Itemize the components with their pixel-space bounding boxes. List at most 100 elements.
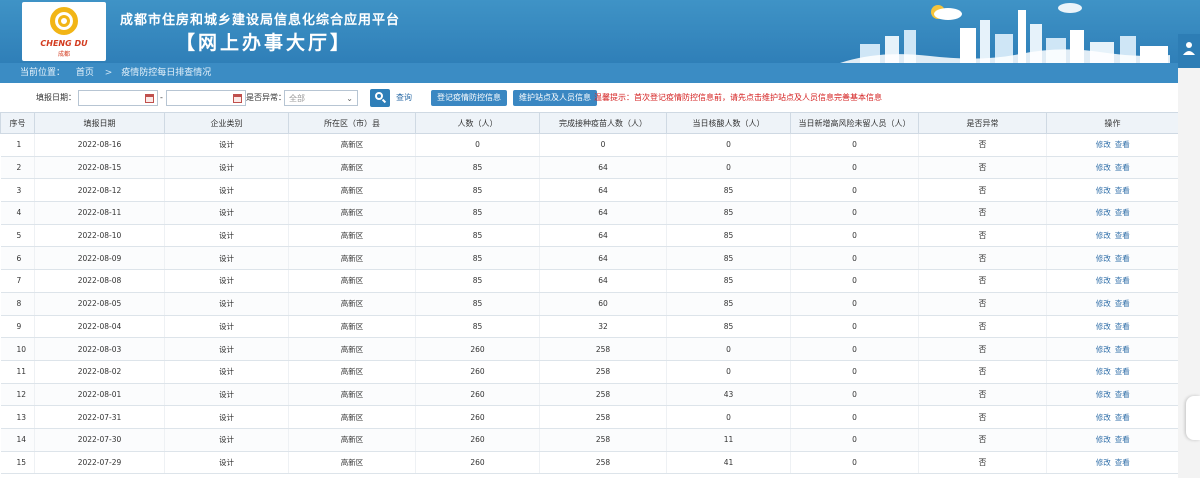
view-link[interactable]: 查看 bbox=[1115, 435, 1130, 444]
column-header[interactable]: 是否异常 bbox=[918, 112, 1047, 134]
edit-link[interactable]: 修改 bbox=[1096, 208, 1111, 217]
view-link[interactable]: 查看 bbox=[1115, 186, 1130, 195]
site-header: CHENG DU 成都 成都市住房和城乡建设局信息化综合应用平台 【网上办事大厅… bbox=[0, 0, 1200, 63]
abnormal-flag-cell: 否 bbox=[918, 201, 1047, 225]
edit-link[interactable]: 修改 bbox=[1096, 140, 1111, 149]
abnormal-flag-cell: 否 bbox=[918, 292, 1047, 316]
edit-link[interactable]: 修改 bbox=[1096, 390, 1111, 399]
column-header[interactable]: 完成接种疫苗人数（人） bbox=[539, 112, 667, 134]
search-button[interactable] bbox=[370, 89, 390, 107]
breadcrumb-current: 疫情防控每日排查情况 bbox=[121, 68, 212, 78]
new-high-risk-count-cell: 0 bbox=[790, 292, 919, 316]
view-link[interactable]: 查看 bbox=[1115, 231, 1130, 240]
actions-cell: 修改 查看 bbox=[1046, 292, 1179, 316]
column-header[interactable]: 当日核酸人数（人） bbox=[666, 112, 791, 134]
chengdu-logo[interactable]: CHENG DU 成都 bbox=[22, 2, 106, 61]
row-number-cell: 9 bbox=[0, 315, 35, 339]
sun-ring-icon bbox=[50, 7, 78, 35]
table-row: 3 2022-08-12 设计 高新区 85 64 85 0 否修改 查看 bbox=[0, 178, 1179, 203]
edit-link[interactable]: 修改 bbox=[1096, 322, 1111, 331]
abnormal-flag-cell: 否 bbox=[918, 224, 1047, 248]
people-count-cell: 85 bbox=[415, 201, 540, 225]
view-link[interactable]: 查看 bbox=[1115, 140, 1130, 149]
enterprise-type-cell: 设计 bbox=[164, 133, 289, 157]
view-link[interactable]: 查看 bbox=[1115, 276, 1130, 285]
nucleic-test-count-cell: 0 bbox=[666, 156, 791, 180]
enterprise-type-cell: 设计 bbox=[164, 156, 289, 180]
actions-cell: 修改 查看 bbox=[1046, 383, 1179, 407]
row-number-cell: 13 bbox=[0, 405, 35, 429]
nucleic-test-count-cell: 85 bbox=[666, 315, 791, 339]
floating-scroll-handle[interactable] bbox=[1186, 396, 1200, 440]
edit-link[interactable]: 修改 bbox=[1096, 163, 1111, 172]
edit-link[interactable]: 修改 bbox=[1096, 413, 1111, 422]
nucleic-test-count-cell: 0 bbox=[666, 133, 791, 157]
view-link[interactable]: 查看 bbox=[1115, 299, 1130, 308]
column-header: 操作 bbox=[1046, 112, 1179, 134]
view-link[interactable]: 查看 bbox=[1115, 345, 1130, 354]
breadcrumb-home-link[interactable]: 首页 bbox=[76, 68, 94, 78]
date-from-input[interactable] bbox=[78, 90, 158, 106]
column-header[interactable]: 所在区（市）县 bbox=[288, 112, 416, 134]
nucleic-test-count-cell: 43 bbox=[666, 383, 791, 407]
edit-link[interactable]: 修改 bbox=[1096, 458, 1111, 467]
abnormal-select[interactable]: 全部 ⌄ bbox=[284, 90, 358, 106]
vaccinated-count-cell: 32 bbox=[539, 315, 667, 339]
view-link[interactable]: 查看 bbox=[1115, 367, 1130, 376]
district-cell: 高新区 bbox=[288, 156, 416, 180]
register-epidemic-info-button[interactable]: 登记疫情防控信息 bbox=[431, 90, 507, 106]
report-date-cell: 2022-08-04 bbox=[34, 315, 165, 339]
abnormal-flag-cell: 否 bbox=[918, 360, 1047, 384]
column-header[interactable]: 填报日期 bbox=[34, 112, 165, 134]
district-cell: 高新区 bbox=[288, 383, 416, 407]
maintain-site-staff-button[interactable]: 维护站点及人员信息 bbox=[513, 90, 597, 106]
people-count-cell: 85 bbox=[415, 246, 540, 271]
district-cell: 高新区 bbox=[288, 315, 416, 339]
actions-cell: 修改 查看 bbox=[1046, 133, 1179, 157]
user-center-tab[interactable] bbox=[1178, 34, 1200, 68]
vaccinated-count-cell: 258 bbox=[539, 428, 667, 452]
new-high-risk-count-cell: 0 bbox=[790, 337, 919, 361]
view-link[interactable]: 查看 bbox=[1115, 254, 1130, 263]
report-date-cell: 2022-08-05 bbox=[34, 292, 165, 316]
column-header[interactable]: 人数（人） bbox=[415, 112, 540, 134]
column-header[interactable]: 企业类别 bbox=[164, 112, 289, 134]
actions-cell: 修改 查看 bbox=[1046, 360, 1179, 384]
abnormal-flag-cell: 否 bbox=[918, 156, 1047, 180]
column-header[interactable]: 当日新增高风险未留人员（人） bbox=[790, 112, 919, 134]
view-link[interactable]: 查看 bbox=[1115, 458, 1130, 467]
edit-link[interactable]: 修改 bbox=[1096, 345, 1111, 354]
row-number-cell: 8 bbox=[0, 292, 35, 316]
people-count-cell: 260 bbox=[415, 337, 540, 361]
abnormal-flag-cell: 否 bbox=[918, 246, 1047, 271]
row-number-cell: 4 bbox=[0, 201, 35, 225]
breadcrumb-label: 当前位置： bbox=[20, 68, 66, 78]
row-number-cell: 14 bbox=[0, 428, 35, 452]
view-link[interactable]: 查看 bbox=[1115, 413, 1130, 422]
table-row: 12 2022-08-01 设计 高新区 260 258 43 0 否修改 查看 bbox=[0, 383, 1179, 407]
view-link[interactable]: 查看 bbox=[1115, 390, 1130, 399]
edit-link[interactable]: 修改 bbox=[1096, 367, 1111, 376]
edit-link[interactable]: 修改 bbox=[1096, 276, 1111, 285]
view-link[interactable]: 查看 bbox=[1115, 208, 1130, 217]
date-to-input[interactable] bbox=[166, 90, 246, 106]
query-link[interactable]: 查询 bbox=[396, 90, 412, 106]
calendar-icon[interactable] bbox=[233, 94, 242, 103]
edit-link[interactable]: 修改 bbox=[1096, 254, 1111, 263]
nucleic-test-count-cell: 85 bbox=[666, 246, 791, 271]
view-link[interactable]: 查看 bbox=[1115, 322, 1130, 331]
abnormal-flag-cell: 否 bbox=[918, 383, 1047, 407]
edit-link[interactable]: 修改 bbox=[1096, 299, 1111, 308]
view-link[interactable]: 查看 bbox=[1115, 163, 1130, 172]
edit-link[interactable]: 修改 bbox=[1096, 186, 1111, 195]
report-date-cell: 2022-07-29 bbox=[34, 451, 165, 475]
people-count-cell: 260 bbox=[415, 451, 540, 475]
enterprise-type-cell: 设计 bbox=[164, 360, 289, 384]
edit-link[interactable]: 修改 bbox=[1096, 435, 1111, 444]
district-cell: 高新区 bbox=[288, 360, 416, 384]
actions-cell: 修改 查看 bbox=[1046, 269, 1179, 293]
enterprise-type-cell: 设计 bbox=[164, 315, 289, 339]
new-high-risk-count-cell: 0 bbox=[790, 133, 919, 157]
edit-link[interactable]: 修改 bbox=[1096, 231, 1111, 240]
calendar-icon[interactable] bbox=[145, 94, 154, 103]
